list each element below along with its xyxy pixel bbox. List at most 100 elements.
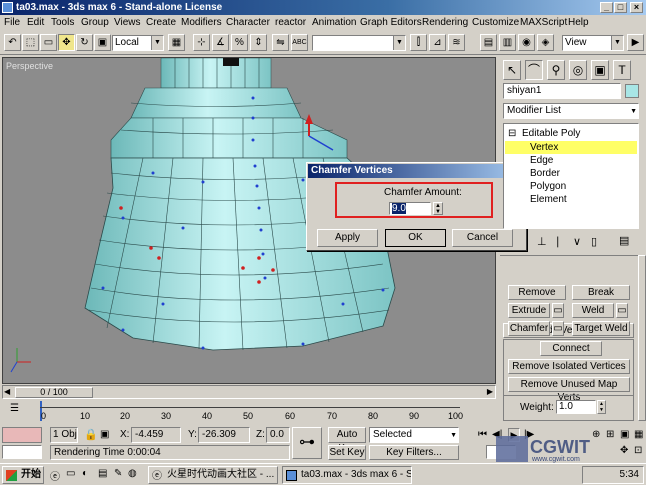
angle-snap-icon[interactable]: ∡	[212, 34, 229, 51]
next-frame-icon[interactable]: ▶	[487, 387, 493, 396]
menu-file[interactable]: File	[4, 16, 20, 29]
track-bar[interactable]: ☰ 0 10 20 30 40 50 60 70 80 90 100	[0, 399, 496, 425]
menu-edit[interactable]: Edit	[27, 16, 44, 29]
select-region-icon[interactable]: ▭	[40, 34, 57, 51]
quick-launch-paint-icon[interactable]: ✎	[114, 468, 122, 479]
mirror-icon[interactable]: ⇋	[272, 34, 289, 51]
align-icon[interactable]: ⊿	[429, 34, 446, 51]
spinner-snap-icon[interactable]: ⇕	[250, 34, 267, 51]
connect-button[interactable]: Connect	[540, 341, 602, 356]
extrude-settings-button[interactable]: ▭	[552, 303, 564, 318]
x-coordinate-field[interactable]: -4.459	[131, 427, 181, 443]
menu-reactor[interactable]: reactor	[275, 16, 306, 29]
app-icon[interactable]	[2, 2, 13, 13]
key-filters-button[interactable]: Key Filters...	[369, 445, 459, 460]
named-selection-dropdown[interactable]: ▼	[312, 35, 406, 51]
material-editor-icon[interactable]: ◉	[518, 34, 535, 51]
chamfer-amount-spinner[interactable]: ▲ ▼	[433, 202, 443, 215]
weld-settings-button[interactable]: ▭	[616, 303, 628, 318]
remove-unused-map-verts-button[interactable]: Remove Unused Map Verts	[508, 377, 630, 403]
object-color-swatch[interactable]	[625, 84, 639, 98]
time-slider-thumb[interactable]: 0 / 100	[15, 387, 93, 398]
remove-button[interactable]: Remove	[508, 285, 566, 300]
coord-system-dropdown[interactable]: Local ▼	[112, 35, 164, 51]
undo-icon[interactable]: ↶	[4, 34, 21, 51]
chamfer-amount-input[interactable]: 9.0	[389, 202, 431, 215]
menu-animation[interactable]: Animation	[312, 16, 356, 29]
make-unique-icon[interactable]: ∨	[573, 235, 581, 248]
pivot-icon[interactable]: ▦	[168, 34, 185, 51]
break-button[interactable]: Break	[572, 285, 630, 300]
hierarchy-tab-icon[interactable]: ⚲	[547, 60, 565, 80]
remove-isolated-vertices-button[interactable]: Remove Isolated Vertices	[508, 359, 630, 374]
menu-modifiers[interactable]: Modifiers	[181, 16, 222, 29]
modify-tab-icon[interactable]: ⌒	[525, 60, 543, 80]
stack-item-vertex[interactable]: Vertex	[530, 142, 558, 154]
menu-graph-editors[interactable]: Graph Editors	[360, 16, 422, 29]
prev-frame-icon[interactable]: ◀	[4, 387, 10, 396]
render-type-dropdown[interactable]: View ▼	[562, 35, 624, 51]
time-slider-track[interactable]: 0 / 100 ◀ ▶	[2, 385, 496, 399]
maxscript-mini-listener[interactable]	[2, 445, 42, 459]
quick-render-icon[interactable]: ▶	[627, 34, 644, 51]
stack-item-element[interactable]: Element	[530, 194, 567, 206]
quick-launch-desktop-icon[interactable]: ▭	[66, 468, 75, 479]
select-object-icon[interactable]: ⬚	[22, 34, 39, 51]
menu-customize[interactable]: Customize	[472, 16, 519, 29]
schematic-view-icon[interactable]: ▥	[499, 34, 516, 51]
snap-icon[interactable]: ⊹	[193, 34, 210, 51]
stack-item-polygon[interactable]: Polygon	[530, 181, 566, 193]
weld-button[interactable]: Weld	[572, 303, 614, 318]
z-coordinate-field[interactable]: 0.0	[266, 427, 290, 443]
create-tab-icon[interactable]: ↖	[503, 60, 521, 80]
zoom-all-icon[interactable]: ⊞	[606, 429, 614, 440]
ok-button[interactable]: OK	[385, 229, 446, 247]
menu-tools[interactable]: Tools	[51, 16, 74, 29]
quick-launch-media-icon[interactable]: ◐	[82, 468, 88, 479]
weight-spinner[interactable]: ▲ ▼	[597, 400, 606, 414]
zoom-extents-icon[interactable]: ▣	[620, 429, 629, 440]
stack-item-edge[interactable]: Edge	[530, 155, 553, 167]
absolute-mode-icon[interactable]: ▣	[100, 429, 109, 440]
close-button[interactable]: ×	[630, 2, 643, 13]
minimize-button[interactable]: _	[600, 2, 613, 13]
chamfer-settings-button[interactable]: ▭	[552, 321, 564, 336]
rotate-icon[interactable]: ↻	[76, 34, 93, 51]
menu-create[interactable]: Create	[146, 16, 176, 29]
maxscript-listener[interactable]	[2, 427, 42, 443]
track-view-icon[interactable]: ≋	[448, 34, 465, 51]
chamfer-button[interactable]: Chamfer	[508, 321, 550, 336]
track-bar-icon[interactable]: ☰	[10, 403, 19, 414]
task-browser[interactable]: ⓔ 火星时代动画大社区 - ...	[148, 466, 278, 484]
start-button[interactable]: 开始	[2, 466, 44, 484]
quick-launch-ie-icon[interactable]: ⓔ	[50, 468, 60, 483]
menu-views[interactable]: Views	[114, 16, 141, 29]
motion-tab-icon[interactable]: ◎	[569, 60, 587, 80]
weight-input[interactable]: 1.0	[556, 400, 596, 414]
task-3dsmax[interactable]: ta03.max - 3ds max 6 - S...	[282, 466, 412, 484]
lock-icon[interactable]: 🔒	[84, 428, 98, 441]
panel-scrollbar[interactable]	[638, 255, 646, 421]
quick-launch-folder-icon[interactable]: ▤	[98, 468, 107, 479]
menu-help[interactable]: Help	[568, 16, 589, 29]
arc-rotate-icon[interactable]: ✥	[620, 445, 628, 456]
remove-modifier-icon[interactable]: ▯	[591, 235, 597, 248]
curve-editor-icon[interactable]: ▤	[480, 34, 497, 51]
modifier-list-dropdown[interactable]: Modifier List ▼	[503, 103, 639, 119]
set-key-button[interactable]: Set Key	[328, 445, 366, 460]
menu-maxscript[interactable]: MAXScript	[520, 16, 567, 29]
named-selection-icon[interactable]: ABC	[291, 34, 308, 51]
expand-icon[interactable]: ⊟	[508, 128, 516, 140]
utilities-tab-icon[interactable]: T	[613, 60, 631, 80]
mirror-tool-icon[interactable]: ⫿	[410, 34, 427, 51]
menu-rendering[interactable]: Rendering	[422, 16, 468, 29]
maximize-button[interactable]: □	[614, 2, 627, 13]
apply-button[interactable]: Apply	[317, 229, 378, 247]
stack-item-border[interactable]: Border	[530, 168, 560, 180]
menu-character[interactable]: Character	[226, 16, 270, 29]
key-mode-icon[interactable]: ⊶	[292, 427, 322, 459]
zoom-extents-all-icon[interactable]: ▦	[634, 429, 643, 440]
target-weld-button[interactable]: Target Weld	[572, 321, 630, 336]
clock[interactable]: 5:34	[620, 469, 639, 480]
go-to-start-icon[interactable]: ⏮	[478, 429, 487, 440]
